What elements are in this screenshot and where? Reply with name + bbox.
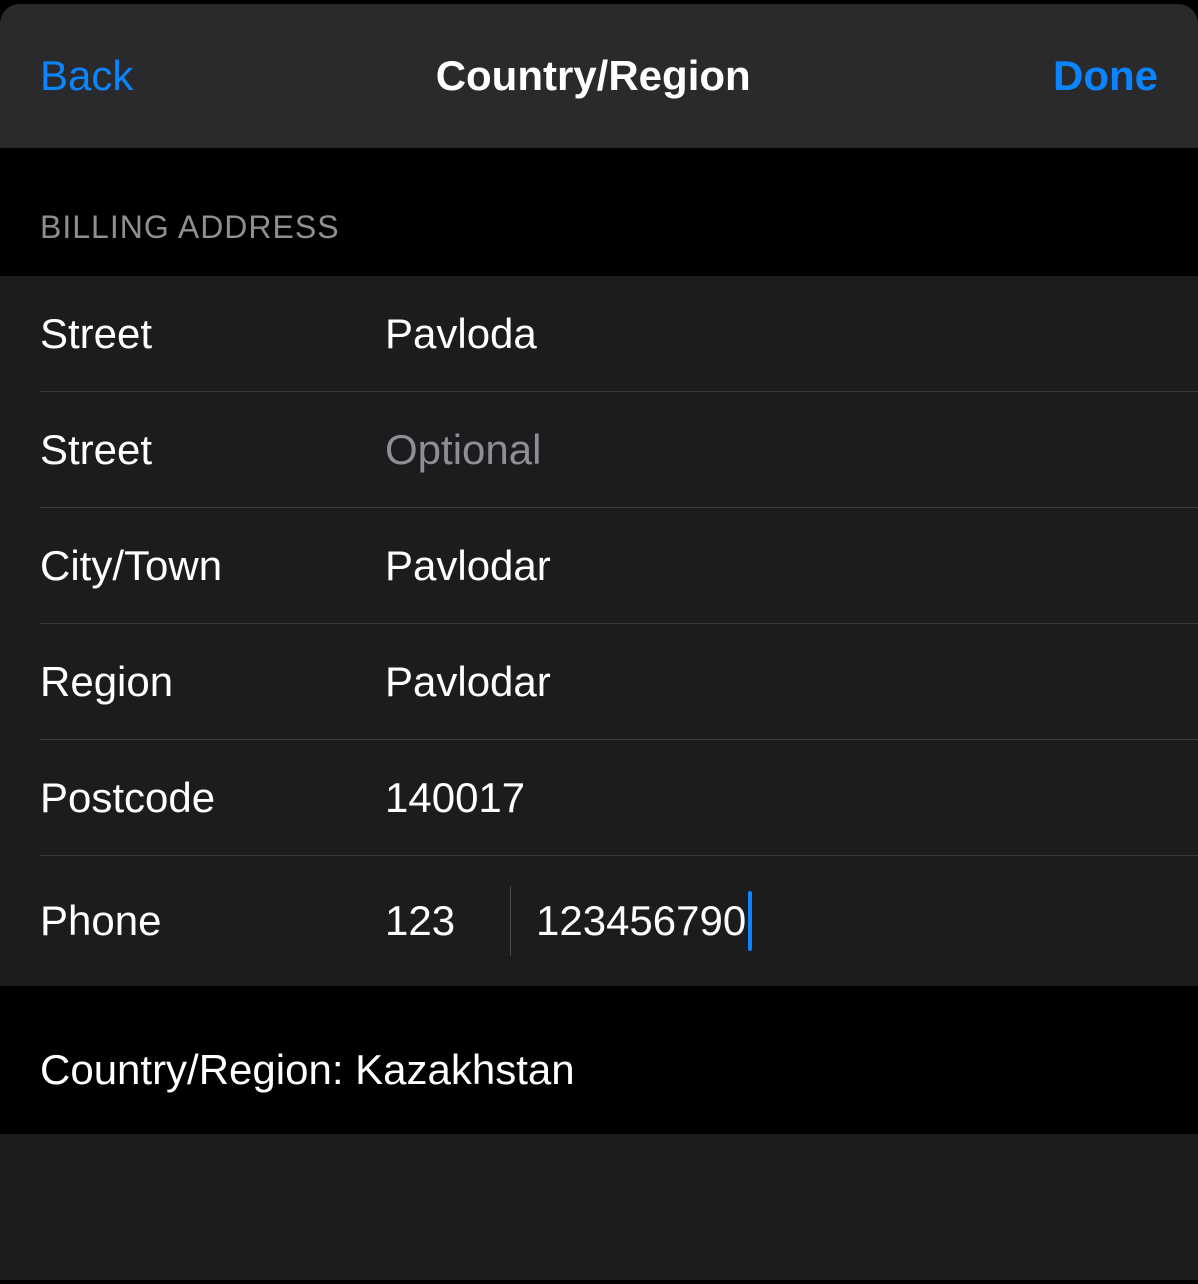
- section-header-billing: BILLING ADDRESS: [0, 149, 1198, 276]
- city-input[interactable]: [385, 542, 1198, 590]
- phone-divider: [510, 886, 511, 956]
- phone-number-input[interactable]: 123456790: [536, 897, 746, 945]
- postcode-row: Postcode: [0, 740, 1198, 856]
- country-region-value: Kazakhstan: [355, 1046, 574, 1093]
- country-region-footer: Country/Region: Kazakhstan: [0, 986, 1198, 1134]
- phone-row: Phone 123 123456790: [0, 856, 1198, 986]
- text-cursor: [748, 891, 752, 951]
- postcode-input[interactable]: [385, 774, 1198, 822]
- city-label: City/Town: [40, 542, 385, 590]
- modal-header: Back Country/Region Done: [0, 4, 1198, 149]
- street1-input[interactable]: [385, 310, 1198, 358]
- phone-number-wrap[interactable]: 123456790: [536, 891, 752, 951]
- modal-title: Country/Region: [133, 52, 1053, 100]
- phone-code-input[interactable]: 123: [385, 897, 505, 945]
- modal-content: BILLING ADDRESS Street Street City/Town …: [0, 149, 1198, 1134]
- country-region-label: Country/Region:: [40, 1046, 355, 1093]
- country-region-modal: Back Country/Region Done BILLING ADDRESS…: [0, 4, 1198, 1280]
- back-button[interactable]: Back: [40, 52, 133, 100]
- city-row: City/Town: [0, 508, 1198, 624]
- street2-label: Street: [40, 426, 385, 474]
- postcode-label: Postcode: [40, 774, 385, 822]
- done-button[interactable]: Done: [1053, 52, 1158, 100]
- phone-label: Phone: [40, 897, 385, 945]
- phone-input-group: 123 123456790: [385, 886, 1198, 956]
- street1-row: Street: [0, 276, 1198, 392]
- region-row: Region: [0, 624, 1198, 740]
- street2-row: Street: [0, 392, 1198, 508]
- region-label: Region: [40, 658, 385, 706]
- street1-label: Street: [40, 310, 385, 358]
- billing-form-group: Street Street City/Town Region Postcode: [0, 276, 1198, 986]
- street2-input[interactable]: [385, 426, 1198, 474]
- region-input[interactable]: [385, 658, 1198, 706]
